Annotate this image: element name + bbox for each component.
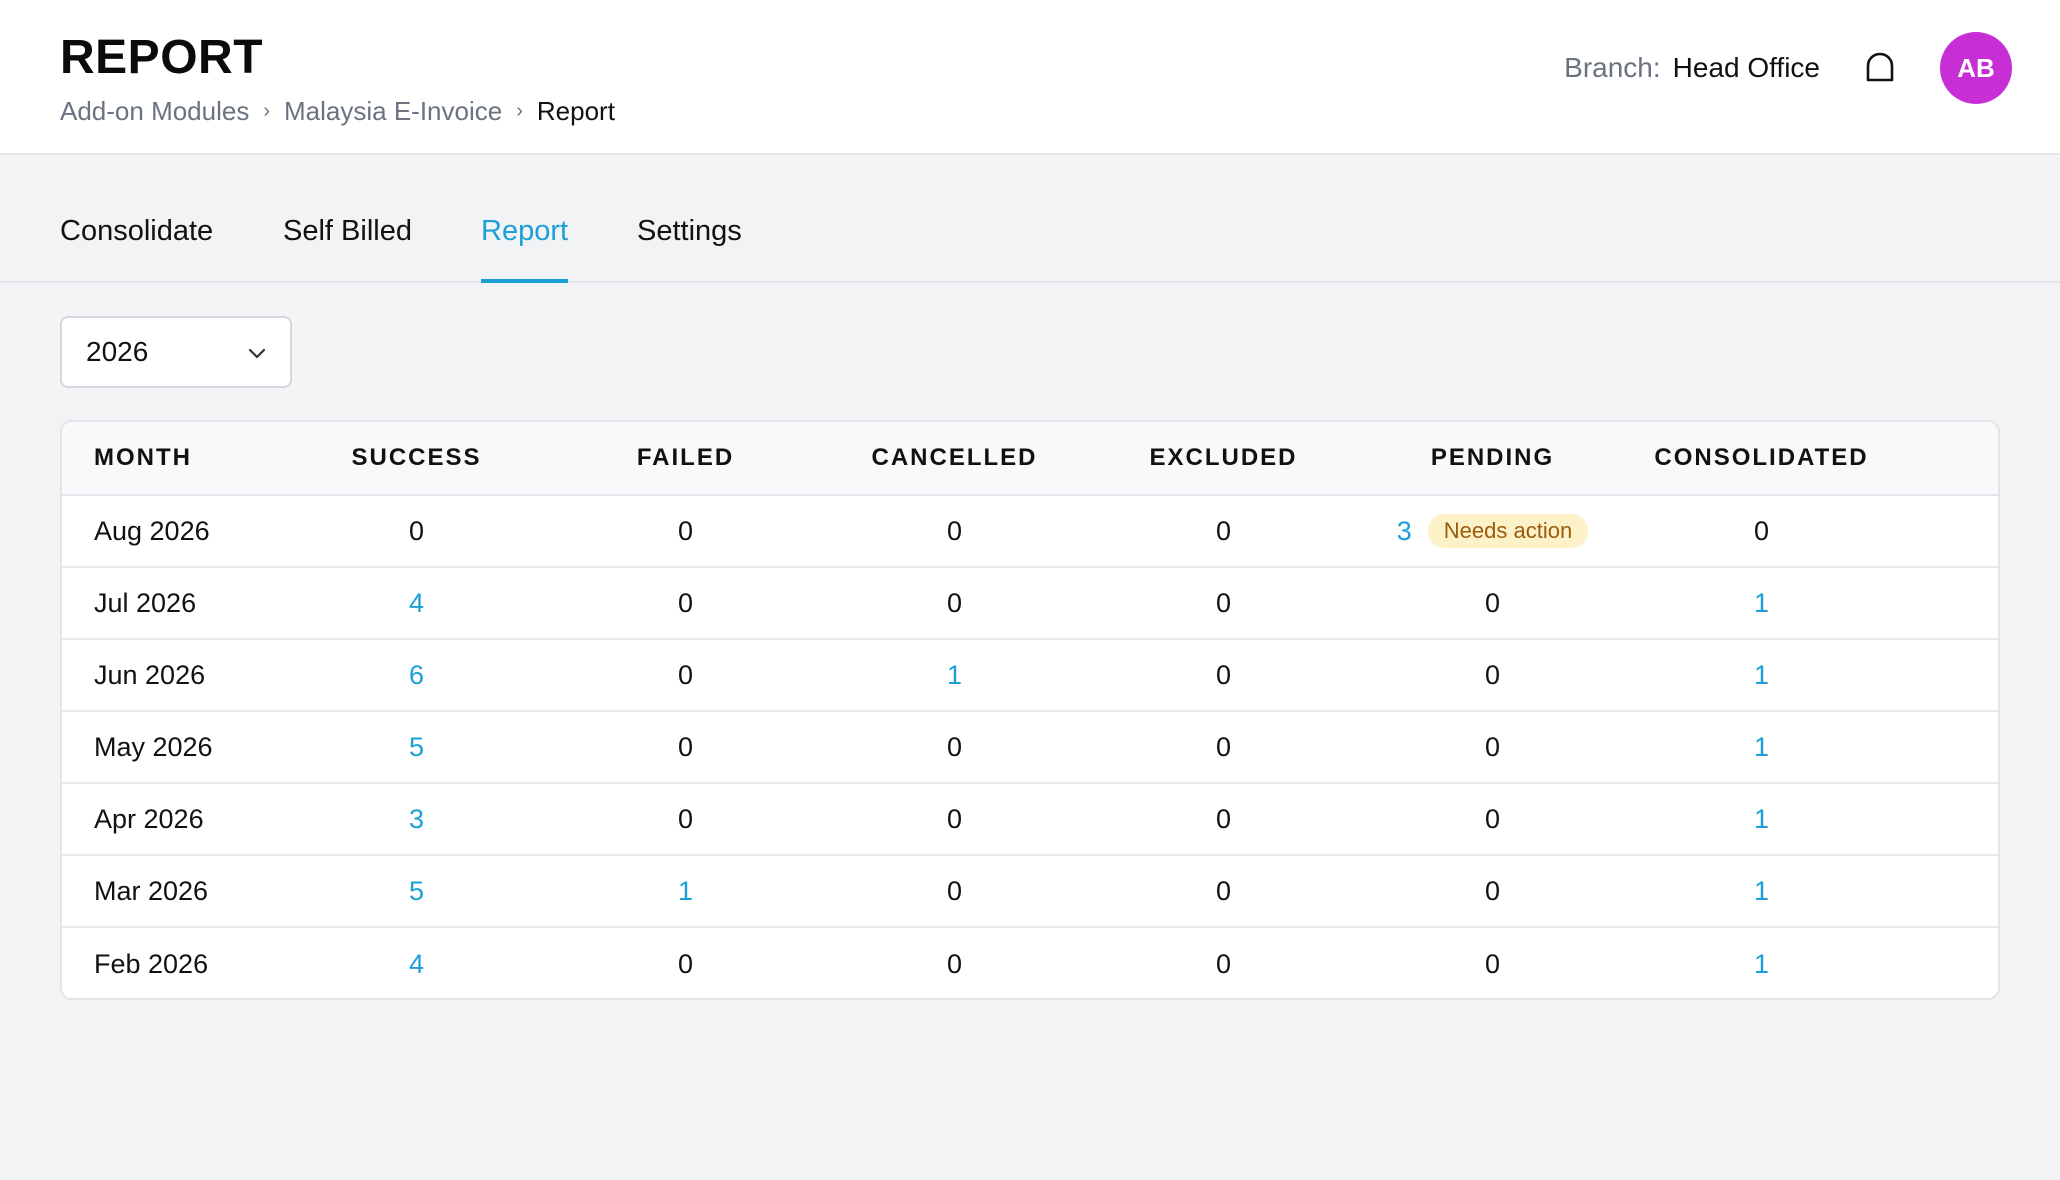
breadcrumb-item-malaysia-e-invoice[interactable]: Malaysia E-Invoice bbox=[284, 96, 502, 127]
cell-success: 0 bbox=[408, 515, 425, 546]
table-row: Mar 2026 5 1 0 0 0 1 bbox=[62, 856, 1998, 928]
cell-excluded: 0 bbox=[1215, 515, 1232, 546]
table-row: Apr 2026 3 0 0 0 0 1 bbox=[62, 784, 1998, 856]
cell-failed: 0 bbox=[677, 948, 694, 979]
cell-pending: 0 bbox=[1484, 659, 1501, 690]
cell-month: Apr 2026 bbox=[94, 803, 204, 834]
cell-month: Mar 2026 bbox=[94, 875, 209, 906]
cell-failed: 0 bbox=[677, 803, 694, 834]
breadcrumb-separator: › bbox=[516, 100, 523, 122]
cell-cancelled: 0 bbox=[946, 515, 963, 546]
cell-excluded: 0 bbox=[1215, 875, 1232, 906]
table-row: May 2026 5 0 0 0 0 1 bbox=[62, 712, 1998, 784]
cell-failed: 0 bbox=[677, 731, 694, 762]
cell-pending: 0 bbox=[1484, 875, 1501, 906]
avatar[interactable]: AB bbox=[1940, 32, 2012, 104]
tab-consolidate[interactable]: Consolidate bbox=[60, 215, 213, 283]
year-select-value: 2026 bbox=[86, 336, 149, 367]
column-header-failed: FAILED bbox=[636, 444, 735, 471]
cell-excluded: 0 bbox=[1215, 803, 1232, 834]
column-header-excluded: EXCLUDED bbox=[1149, 444, 1298, 471]
branch-value: Head Office bbox=[1672, 52, 1820, 83]
column-header-cancelled: CANCELLED bbox=[871, 444, 1038, 471]
cell-pending: 0 bbox=[1484, 587, 1501, 618]
column-header-month: MONTH bbox=[94, 444, 192, 471]
chevron-down-icon bbox=[248, 348, 266, 359]
cell-month: Aug 2026 bbox=[94, 515, 210, 546]
column-header-pending: PENDING bbox=[1430, 444, 1555, 471]
cell-success-link[interactable]: 4 bbox=[282, 949, 551, 980]
cell-month: May 2026 bbox=[94, 731, 213, 762]
bell-icon bbox=[1866, 52, 1894, 82]
cell-consolidated-link[interactable]: 1 bbox=[1627, 732, 1896, 763]
breadcrumb: Add-on Modules › Malaysia E-Invoice › Re… bbox=[60, 96, 615, 127]
tab-report[interactable]: Report bbox=[481, 215, 569, 283]
cell-month: Jul 2026 bbox=[94, 587, 197, 618]
table-row: Aug 2026 0 0 0 0 3 Needs action 0 bbox=[62, 496, 1998, 568]
branch-label: Branch: bbox=[1564, 52, 1661, 83]
cell-consolidated-link[interactable]: 1 bbox=[1627, 804, 1896, 835]
cell-cancelled: 0 bbox=[946, 803, 963, 834]
cell-success-link[interactable]: 5 bbox=[282, 876, 551, 907]
cell-pending: 3 Needs action bbox=[1358, 514, 1627, 548]
cell-cancelled: 0 bbox=[946, 731, 963, 762]
cell-failed: 0 bbox=[677, 515, 694, 546]
cell-excluded: 0 bbox=[1215, 731, 1232, 762]
cell-consolidated-link[interactable]: 1 bbox=[1627, 876, 1896, 907]
cell-consolidated-link[interactable]: 1 bbox=[1627, 588, 1896, 619]
cell-cancelled: 0 bbox=[946, 587, 963, 618]
cell-excluded: 0 bbox=[1215, 948, 1232, 979]
table-row: Jun 2026 6 0 1 0 0 1 bbox=[62, 640, 1998, 712]
pending-count-link[interactable]: 3 bbox=[1397, 516, 1412, 547]
cell-success-link[interactable]: 6 bbox=[282, 660, 551, 691]
cell-month: Jun 2026 bbox=[94, 659, 206, 690]
column-header-success: SUCCESS bbox=[351, 444, 482, 471]
report-table: MONTH SUCCESS FAILED CANCELLED EXCLUDED … bbox=[60, 420, 2000, 1000]
page-title: REPORT bbox=[60, 31, 264, 84]
cell-pending: 0 bbox=[1484, 803, 1501, 834]
page-header: REPORT Add-on Modules › Malaysia E-Invoi… bbox=[0, 0, 2060, 155]
cell-failed: 0 bbox=[677, 587, 694, 618]
year-select[interactable]: 2026 bbox=[60, 316, 292, 388]
cell-cancelled: 0 bbox=[946, 875, 963, 906]
table-header: MONTH SUCCESS FAILED CANCELLED EXCLUDED … bbox=[62, 422, 1998, 496]
notification-button[interactable] bbox=[1862, 50, 1898, 86]
cell-excluded: 0 bbox=[1215, 587, 1232, 618]
cell-failed-link[interactable]: 1 bbox=[551, 876, 820, 907]
breadcrumb-separator: › bbox=[263, 100, 271, 122]
column-header-consolidated: CONSOLIDATED bbox=[1654, 444, 1869, 471]
breadcrumb-item-report: Report bbox=[536, 96, 615, 126]
branch-selector[interactable]: Branch: Head Office bbox=[1564, 52, 1820, 84]
tab-self-billed[interactable]: Self Billed bbox=[283, 215, 412, 283]
cell-cancelled: 0 bbox=[946, 948, 963, 979]
cell-consolidated: 0 bbox=[1753, 515, 1770, 546]
cell-success-link[interactable]: 3 bbox=[282, 804, 551, 835]
cell-failed: 0 bbox=[677, 659, 694, 690]
tab-bar: Consolidate Self Billed Report Settings bbox=[0, 155, 2060, 283]
breadcrumb-item-add-on-modules[interactable]: Add-on Modules bbox=[60, 96, 249, 127]
cell-pending: 0 bbox=[1484, 948, 1501, 979]
cell-success-link[interactable]: 4 bbox=[282, 588, 551, 619]
cell-success-link[interactable]: 5 bbox=[282, 732, 551, 763]
cell-pending: 0 bbox=[1484, 731, 1501, 762]
cell-consolidated-link[interactable]: 1 bbox=[1627, 949, 1896, 980]
cell-consolidated-link[interactable]: 1 bbox=[1627, 660, 1896, 691]
table-row: Jul 2026 4 0 0 0 0 1 bbox=[62, 568, 1998, 640]
table-row: Feb 2026 4 0 0 0 0 1 bbox=[62, 928, 1998, 998]
cell-month: Feb 2026 bbox=[94, 948, 209, 979]
cell-excluded: 0 bbox=[1215, 659, 1232, 690]
needs-action-badge: Needs action bbox=[1427, 514, 1589, 548]
cell-cancelled-link[interactable]: 1 bbox=[820, 660, 1089, 691]
tab-settings[interactable]: Settings bbox=[637, 215, 742, 283]
